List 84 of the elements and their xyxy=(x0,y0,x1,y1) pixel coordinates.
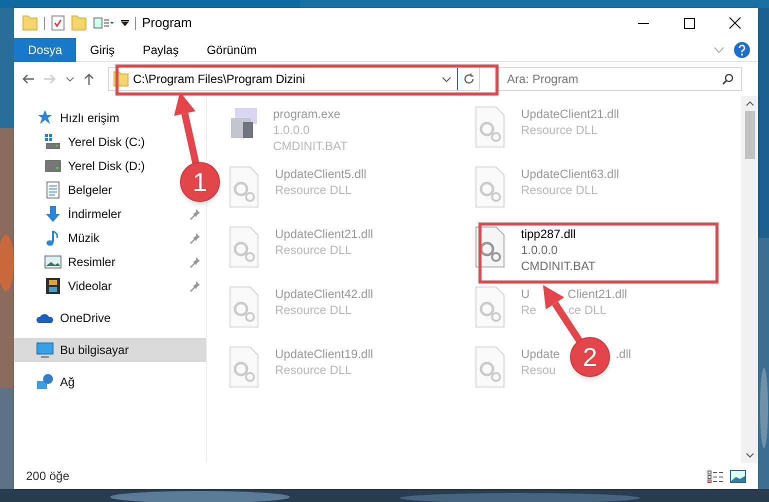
view-icon[interactable] xyxy=(93,17,115,29)
file-detail: Re xyxy=(521,302,536,318)
sidebar-item[interactable]: Resimler xyxy=(68,253,116,271)
sidebar-item[interactable]: Bu bilgisayar xyxy=(60,341,129,359)
chevron-up-icon[interactable] xyxy=(746,101,754,106)
file-detail: Resource DLL xyxy=(275,302,352,318)
sidebar-item[interactable]: Yerel Disk (D:) xyxy=(68,157,145,175)
maximize-icon[interactable] xyxy=(684,18,694,28)
drive-icon xyxy=(44,157,62,175)
network-icon xyxy=(36,373,54,391)
gear-file-icon xyxy=(229,166,259,208)
window-title: Program xyxy=(142,14,192,32)
file-detail: Resource DLL xyxy=(521,182,598,198)
properties-icon[interactable] xyxy=(51,15,65,31)
ribbon-tab[interactable]: Giriş xyxy=(76,38,129,62)
chevron-down-icon[interactable] xyxy=(66,76,74,82)
file-detail: ce DLL xyxy=(568,302,606,318)
file-detail: CMDINIT.BAT xyxy=(273,138,348,154)
document-icon xyxy=(44,181,62,199)
file-name: UpdateClient21.dll xyxy=(275,226,374,242)
download-icon xyxy=(44,205,62,223)
gear-file-icon xyxy=(475,286,505,328)
address-path: C:\Program Files\Program Dizini xyxy=(133,71,306,88)
file-name: UpdateClient21.dll xyxy=(521,106,620,122)
gear-file-icon xyxy=(475,106,505,148)
details-view-icon[interactable] xyxy=(707,470,724,482)
file-name: U xyxy=(521,286,530,302)
file-detail: Resource DLL xyxy=(275,182,352,198)
film-icon xyxy=(44,277,62,295)
star-icon xyxy=(36,109,54,127)
refresh-icon[interactable] xyxy=(462,73,474,85)
ribbon-tab[interactable]: Dosya xyxy=(14,38,76,62)
divider xyxy=(44,16,45,30)
picture-icon xyxy=(44,253,62,271)
gear-file-icon xyxy=(475,226,505,268)
help-icon[interactable] xyxy=(734,42,750,58)
gear-file-icon xyxy=(229,346,259,388)
gear-file-icon xyxy=(229,286,259,328)
back-arrow-icon[interactable] xyxy=(22,74,34,84)
file-name: UpdateClient63.dll xyxy=(521,166,620,182)
close-icon[interactable] xyxy=(729,17,741,29)
gear-file-icon xyxy=(475,166,505,208)
file-detail: Resou xyxy=(521,362,556,378)
ribbon-tab[interactable]: Paylaş xyxy=(128,38,193,62)
file-name: UpdateClient42.dll xyxy=(275,286,374,302)
file-detail: 1.0.0.0 xyxy=(521,242,558,258)
sidebar-item[interactable]: İndirmeler xyxy=(68,205,122,223)
sidebar-item[interactable]: Müzik xyxy=(68,229,100,247)
file-name: program.exe xyxy=(273,106,340,122)
file-name: Client21.dll xyxy=(568,286,628,302)
item-count: 200 öğe xyxy=(26,468,70,485)
scroll-thumb[interactable] xyxy=(744,111,754,159)
scrollbar[interactable] xyxy=(741,96,758,463)
gear-file-icon xyxy=(229,226,259,268)
file-detail: Resource DLL xyxy=(275,242,352,258)
file-detail: Resource DLL xyxy=(521,122,598,138)
file-name: .dll xyxy=(616,346,632,362)
large-icons-view-icon[interactable] xyxy=(730,470,746,482)
file-name: UpdateClient19.dll xyxy=(275,346,374,362)
gear-file-icon xyxy=(475,346,505,388)
search-field[interactable]: Ara: Program xyxy=(498,67,742,91)
sidebar-item[interactable]: Belgeler xyxy=(68,181,112,199)
file-name: Update xyxy=(521,346,560,362)
file-name: UpdateClient5.dll xyxy=(275,166,366,182)
file-detail: CMDINIT.BAT xyxy=(521,258,596,274)
file-detail: 1.0.0.0 xyxy=(273,122,310,138)
sidebar-item[interactable]: OneDrive xyxy=(60,309,111,327)
file-detail: Resource DLL xyxy=(275,362,352,378)
sidebar-item[interactable]: Hızlı erişim xyxy=(60,109,120,127)
ribbon-tab[interactable]: Görünüm xyxy=(192,38,271,62)
file-name: tipp287.dll xyxy=(521,226,576,242)
customize-icon[interactable] xyxy=(121,20,129,26)
divider xyxy=(135,16,136,30)
sidebar-item[interactable]: Yerel Disk (C:) xyxy=(68,133,145,151)
drive-icon xyxy=(44,133,62,151)
computer-icon xyxy=(36,341,54,359)
address-bar[interactable]: C:\Program Files\Program Dizini xyxy=(108,67,480,91)
up-arrow-icon[interactable] xyxy=(84,73,94,85)
minimize-icon[interactable] xyxy=(638,22,648,24)
chevron-down-icon[interactable] xyxy=(746,453,754,458)
sidebar-item[interactable]: Ağ xyxy=(60,373,75,391)
chevron-down-icon[interactable] xyxy=(442,76,451,82)
search-icon xyxy=(722,73,734,85)
sidebar-item[interactable]: Videolar xyxy=(68,277,112,295)
